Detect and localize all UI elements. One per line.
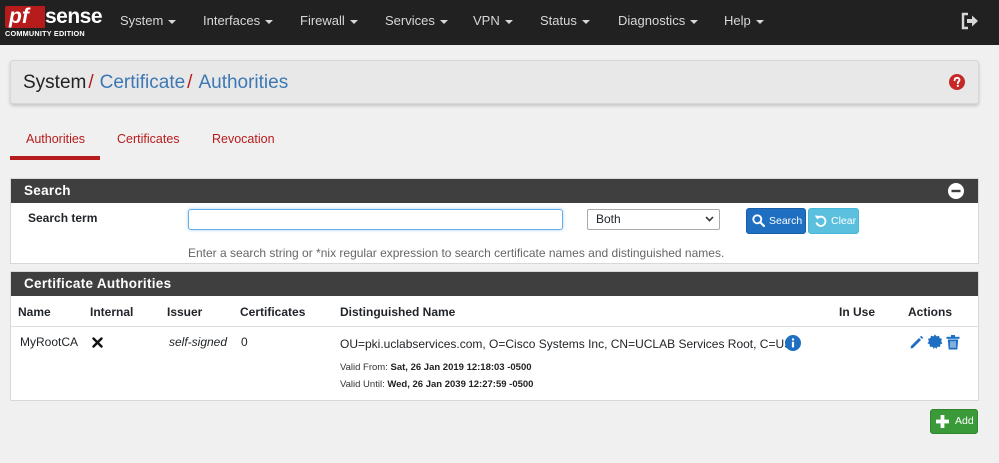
valid-from-label: Valid From: [340, 362, 388, 373]
column-header-certificates: Certificates [240, 305, 306, 319]
search-icon [752, 214, 765, 227]
active-tab-indicator [10, 156, 100, 160]
ca-issuer-cell: self-signed [169, 335, 228, 349]
ca-name-cell: MyRootCA [20, 335, 79, 349]
logout-icon[interactable] [961, 12, 979, 30]
undo-icon [814, 215, 827, 227]
help-question-icon[interactable] [949, 74, 965, 90]
pencil-edit-icon[interactable] [909, 335, 924, 350]
caret-down-icon [168, 19, 177, 24]
breadcrumb-certificate[interactable]: Certificate [100, 72, 186, 93]
certificate-authorities-panel: Certificate Authorities Name Internal Is… [10, 271, 979, 401]
ca-panel-header: Certificate Authorities [11, 272, 978, 296]
search-panel-title: Search [24, 183, 71, 198]
nav-menu-services[interactable]: Services [385, 13, 448, 28]
breadcrumb-authorities[interactable]: Authorities [198, 72, 288, 93]
cross-icon [92, 337, 103, 348]
nav-menu-label: Firewall [300, 13, 345, 28]
plus-icon [936, 415, 949, 428]
ca-valid-from: Valid From: Sat, 26 Jan 2019 12:18:03 -0… [340, 362, 532, 373]
collapse-minus-icon[interactable] [948, 183, 964, 199]
add-ca-button[interactable]: Add [930, 409, 978, 434]
column-header-issuer: Issuer [167, 305, 203, 319]
nav-menu-label: Diagnostics [618, 13, 686, 28]
trash-icon[interactable] [946, 335, 960, 350]
column-header-distinguished-name: Distinguished Name [340, 305, 456, 319]
ca-panel-title: Certificate Authorities [24, 276, 172, 291]
logo-pf-mark: pf [5, 6, 45, 28]
breadcrumb-separator: / [88, 72, 94, 93]
caret-down-icon [439, 19, 448, 24]
search-term-label: Search term [28, 211, 98, 225]
column-header-internal: Internal [90, 305, 134, 319]
logo-sense-text: sense [45, 5, 103, 28]
caret-down-icon [581, 19, 590, 24]
column-header-in-use: In Use [839, 305, 876, 319]
search-scope-value: Both [596, 212, 621, 226]
nav-menu-label: Status [540, 13, 577, 28]
nav-menu-label: Help [724, 13, 751, 28]
nav-menu-label: Services [385, 13, 435, 28]
add-button-label: Add [955, 415, 974, 427]
clear-button[interactable]: Clear [808, 208, 859, 234]
caret-down-icon [690, 19, 699, 24]
search-button[interactable]: Search [746, 208, 806, 234]
column-header-name: Name [18, 305, 51, 319]
valid-until-value: Wed, 26 Jan 2039 12:27:59 -0500 [387, 379, 534, 390]
nav-menu-interfaces[interactable]: Interfaces [203, 13, 274, 28]
caret-down-icon [349, 19, 358, 24]
breadcrumb-separator: / [187, 72, 193, 93]
logo-edition-text: COMMUNITY EDITION [5, 29, 85, 38]
nav-menu-system[interactable]: System [120, 13, 177, 28]
search-panel: Search Search term Both Search Clear Ent… [10, 178, 979, 264]
chevron-down-icon [705, 216, 714, 222]
search-panel-header: Search [11, 179, 978, 203]
ca-valid-until: Valid Until: Wed, 26 Jan 2039 12:27:59 -… [340, 379, 533, 390]
nav-menu-vpn[interactable]: VPN [473, 13, 513, 28]
tab-revocation[interactable]: Revocation [212, 132, 275, 146]
info-icon[interactable] [785, 335, 801, 351]
search-button-label: Search [769, 215, 803, 227]
ca-certificates-count-cell: 0 [241, 335, 248, 349]
tab-certificates[interactable]: Certificates [117, 132, 180, 146]
ca-distinguished-name-cell: OU=pki.uclabservices.com, O=Cisco System… [340, 337, 793, 351]
top-navbar: pf sense COMMUNITY EDITION System Interf… [0, 0, 999, 45]
column-header-actions: Actions [908, 305, 953, 319]
nav-menu-status[interactable]: Status [540, 13, 590, 28]
caret-down-icon [504, 19, 513, 24]
breadcrumb: System / Certificate / Authorities [23, 72, 288, 94]
nav-menu-diagnostics[interactable]: Diagnostics [618, 13, 699, 28]
search-input[interactable] [188, 209, 563, 230]
caret-down-icon [265, 19, 274, 24]
valid-from-value: Sat, 26 Jan 2019 12:18:03 -0500 [390, 362, 532, 373]
breadcrumb-panel: System / Certificate / Authorities [10, 60, 979, 104]
pfsense-logo[interactable]: pf sense COMMUNITY EDITION [5, 6, 103, 40]
search-scope-select[interactable]: Both [587, 209, 720, 230]
nav-menu-label: VPN [473, 13, 500, 28]
search-help-text: Enter a search string or *nix regular ex… [188, 246, 725, 260]
caret-down-icon [755, 19, 764, 24]
nav-menu-help[interactable]: Help [724, 13, 764, 28]
nav-menu-firewall[interactable]: Firewall [300, 13, 358, 28]
nav-menu-label: System [120, 13, 164, 28]
certificate-seal-icon[interactable] [927, 334, 943, 350]
table-header-divider [11, 326, 978, 327]
valid-until-label: Valid Until: [340, 379, 385, 390]
breadcrumb-system: System [23, 72, 87, 93]
nav-menu-label: Interfaces [203, 13, 261, 28]
clear-button-label: Clear [831, 215, 857, 227]
tab-authorities[interactable]: Authorities [26, 132, 85, 146]
